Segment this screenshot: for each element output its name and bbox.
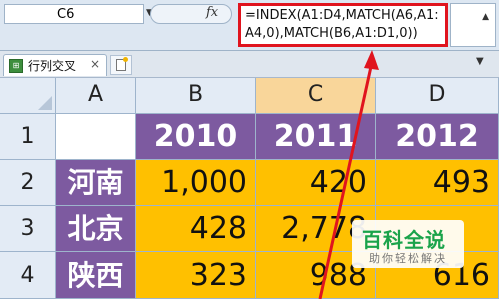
sheet-tab-bar: ⊞ 行列交叉 × ▼ [0, 51, 499, 78]
column-header-d[interactable]: D [376, 78, 499, 114]
row-header-2[interactable]: 2 [0, 160, 56, 206]
row-header-3[interactable]: 3 [0, 206, 56, 252]
cell-d2[interactable]: 493 [376, 160, 499, 206]
cell-a4[interactable]: 陕西 [56, 252, 136, 299]
tab-list-dropdown-icon[interactable]: ▼ [476, 56, 484, 67]
new-sheet-button[interactable] [110, 55, 132, 75]
column-header-a[interactable]: A [56, 78, 136, 114]
spreadsheet-icon: ⊞ [9, 59, 23, 73]
new-sheet-icon [116, 57, 128, 71]
formula-bar: C6 ▼ fx =INDEX(A1:D4,MATCH(A6,A1: A4,0),… [0, 0, 499, 51]
formula-input-overflow: ▲ [450, 3, 496, 47]
cell-c1[interactable]: 2011 [256, 114, 376, 160]
watermark-subtitle: 助你轻松解决 [369, 252, 447, 265]
name-box[interactable]: C6 [4, 4, 144, 24]
close-icon[interactable]: × [90, 57, 100, 71]
watermark-title: 百科全说 [362, 228, 446, 252]
formula-controls [150, 4, 232, 24]
sheet-tab[interactable]: ⊞ 行列交叉 × [3, 54, 107, 76]
select-all-corner[interactable] [0, 78, 56, 114]
formula-text-line1: =INDEX(A1:D4,MATCH(A6,A1: [245, 8, 439, 23]
sheet-tab-label: 行列交叉 [28, 59, 77, 73]
cell-d1[interactable]: 2012 [376, 114, 499, 160]
cell-c2[interactable]: 420 [256, 160, 376, 206]
cell-a3[interactable]: 北京 [56, 206, 136, 252]
watermark-logo: 百科全说 助你轻松解决 [352, 220, 464, 268]
cell-b1[interactable]: 2010 [136, 114, 256, 160]
cell-a1[interactable] [56, 114, 136, 160]
formula-text-line2: A4,0),MATCH(B6,A1:D1,0)) [245, 26, 418, 41]
insert-function-icon[interactable]: fx [206, 5, 218, 20]
row-header-1[interactable]: 1 [0, 114, 56, 160]
expand-formula-bar-icon[interactable]: ▲ [482, 12, 489, 22]
column-header-c[interactable]: C [256, 78, 376, 114]
cell-b3[interactable]: 428 [136, 206, 256, 252]
column-header-b[interactable]: B [136, 78, 256, 114]
cell-b4[interactable]: 323 [136, 252, 256, 299]
formula-input[interactable]: =INDEX(A1:D4,MATCH(A6,A1: A4,0),MATCH(B6… [238, 3, 448, 47]
select-all-icon [38, 96, 52, 110]
cell-b2[interactable]: 1,000 [136, 160, 256, 206]
cell-a2[interactable]: 河南 [56, 160, 136, 206]
row-header-4[interactable]: 4 [0, 252, 56, 299]
